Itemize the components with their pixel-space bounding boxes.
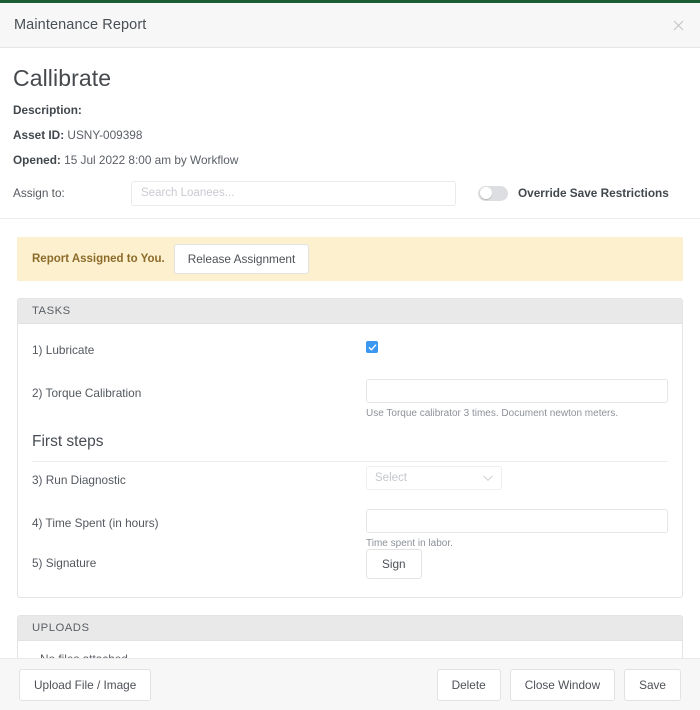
asset-id-label: Asset ID: — [13, 128, 65, 142]
task-group-divider — [32, 461, 668, 462]
header-divider — [0, 218, 700, 219]
task-group-title: First steps — [32, 433, 104, 450]
assignment-banner: Report Assigned to You. Release Assignme… — [17, 237, 683, 281]
window-titlebar: Maintenance Report — [0, 3, 700, 48]
opened-row: Opened: 15 Jul 2022 8:00 am by Workflow — [13, 153, 688, 167]
lubricate-checkbox[interactable] — [366, 341, 378, 353]
asset-id-row: Asset ID: USNY-009398 — [13, 128, 688, 142]
task-row: 3) Run Diagnostic Select — [32, 466, 668, 500]
report-body: Callibrate Description: Asset ID: USNY-0… — [0, 48, 700, 658]
task-hint: Time spent in labor. — [366, 538, 453, 549]
footer-actions: Delete Close Window Save — [436, 668, 681, 701]
torque-calibration-input[interactable] — [366, 379, 668, 403]
override-save-restrictions-toggle[interactable] — [478, 185, 508, 201]
time-spent-input[interactable] — [366, 509, 668, 533]
task-label: 1) Lubricate — [32, 343, 95, 357]
override-toggle-wrap: Override Save Restrictions — [478, 185, 669, 201]
task-label: 4) Time Spent (in hours) — [32, 516, 159, 530]
delete-button[interactable]: Delete — [436, 668, 501, 701]
row-spacer — [32, 500, 668, 509]
task-label: 5) Signature — [32, 556, 97, 570]
description-row: Description: — [13, 103, 688, 117]
close-icon[interactable] — [669, 16, 687, 34]
window-title: Maintenance Report — [14, 17, 147, 33]
close-window-button[interactable]: Close Window — [509, 668, 616, 701]
page-title: Callibrate — [13, 65, 112, 91]
uploads-card-header: UPLOADS — [18, 616, 682, 641]
task-field: Use Torque calibrator 3 times. Document … — [366, 379, 668, 419]
tasks-card-header: TASKS — [18, 299, 682, 324]
search-loanees-input[interactable] — [131, 180, 456, 206]
uploads-card: UPLOADS No files attached... — [17, 615, 683, 658]
tasks-card: TASKS 1) Lubricate 2) Torque Calibration… — [17, 298, 683, 598]
chevron-down-icon — [483, 475, 493, 482]
task-field: Time spent in labor. — [366, 509, 668, 549]
assignment-banner-text: Report Assigned to You. — [32, 253, 165, 265]
row-spacer — [32, 370, 668, 379]
task-field — [366, 336, 668, 353]
opened-label: Opened: — [13, 153, 61, 167]
select-value: Select — [375, 472, 407, 484]
override-toggle-label: Override Save Restrictions — [518, 186, 669, 200]
task-field: Sign — [366, 549, 668, 579]
uploads-empty-text: No files attached... — [32, 641, 668, 658]
run-diagnostic-select[interactable]: Select — [366, 466, 502, 490]
task-row: 1) Lubricate — [32, 336, 668, 370]
assign-row: Assign to: Override Save Restrictions — [13, 180, 688, 206]
description-label: Description: — [13, 103, 82, 117]
toggle-knob — [479, 187, 492, 199]
asset-id-value: USNY-009398 — [67, 128, 143, 142]
save-button[interactable]: Save — [624, 668, 681, 701]
task-label: 3) Run Diagnostic — [32, 473, 126, 487]
task-row: 4) Time Spent (in hours) Time spent in l… — [32, 509, 668, 549]
sign-button[interactable]: Sign — [366, 549, 422, 579]
opened-value: 15 Jul 2022 8:00 am by Workflow — [64, 153, 239, 167]
upload-file-image-button[interactable]: Upload File / Image — [19, 668, 152, 701]
uploads-card-body: No files attached... — [18, 641, 682, 658]
task-hint: Use Torque calibrator 3 times. Document … — [366, 408, 619, 419]
maintenance-report-window: Maintenance Report Callibrate Descriptio… — [0, 0, 700, 710]
task-row: 5) Signature Sign — [32, 549, 668, 583]
tasks-card-body: 1) Lubricate 2) Torque Calibration Use T… — [18, 324, 682, 597]
assign-to-label: Assign to: — [13, 186, 65, 200]
task-label: 2) Torque Calibration — [32, 386, 142, 400]
window-footer: Upload File / Image Delete Close Window … — [0, 658, 700, 710]
release-assignment-button[interactable]: Release Assignment — [173, 244, 310, 274]
task-field: Select — [366, 466, 668, 490]
task-row: 2) Torque Calibration Use Torque calibra… — [32, 379, 668, 419]
